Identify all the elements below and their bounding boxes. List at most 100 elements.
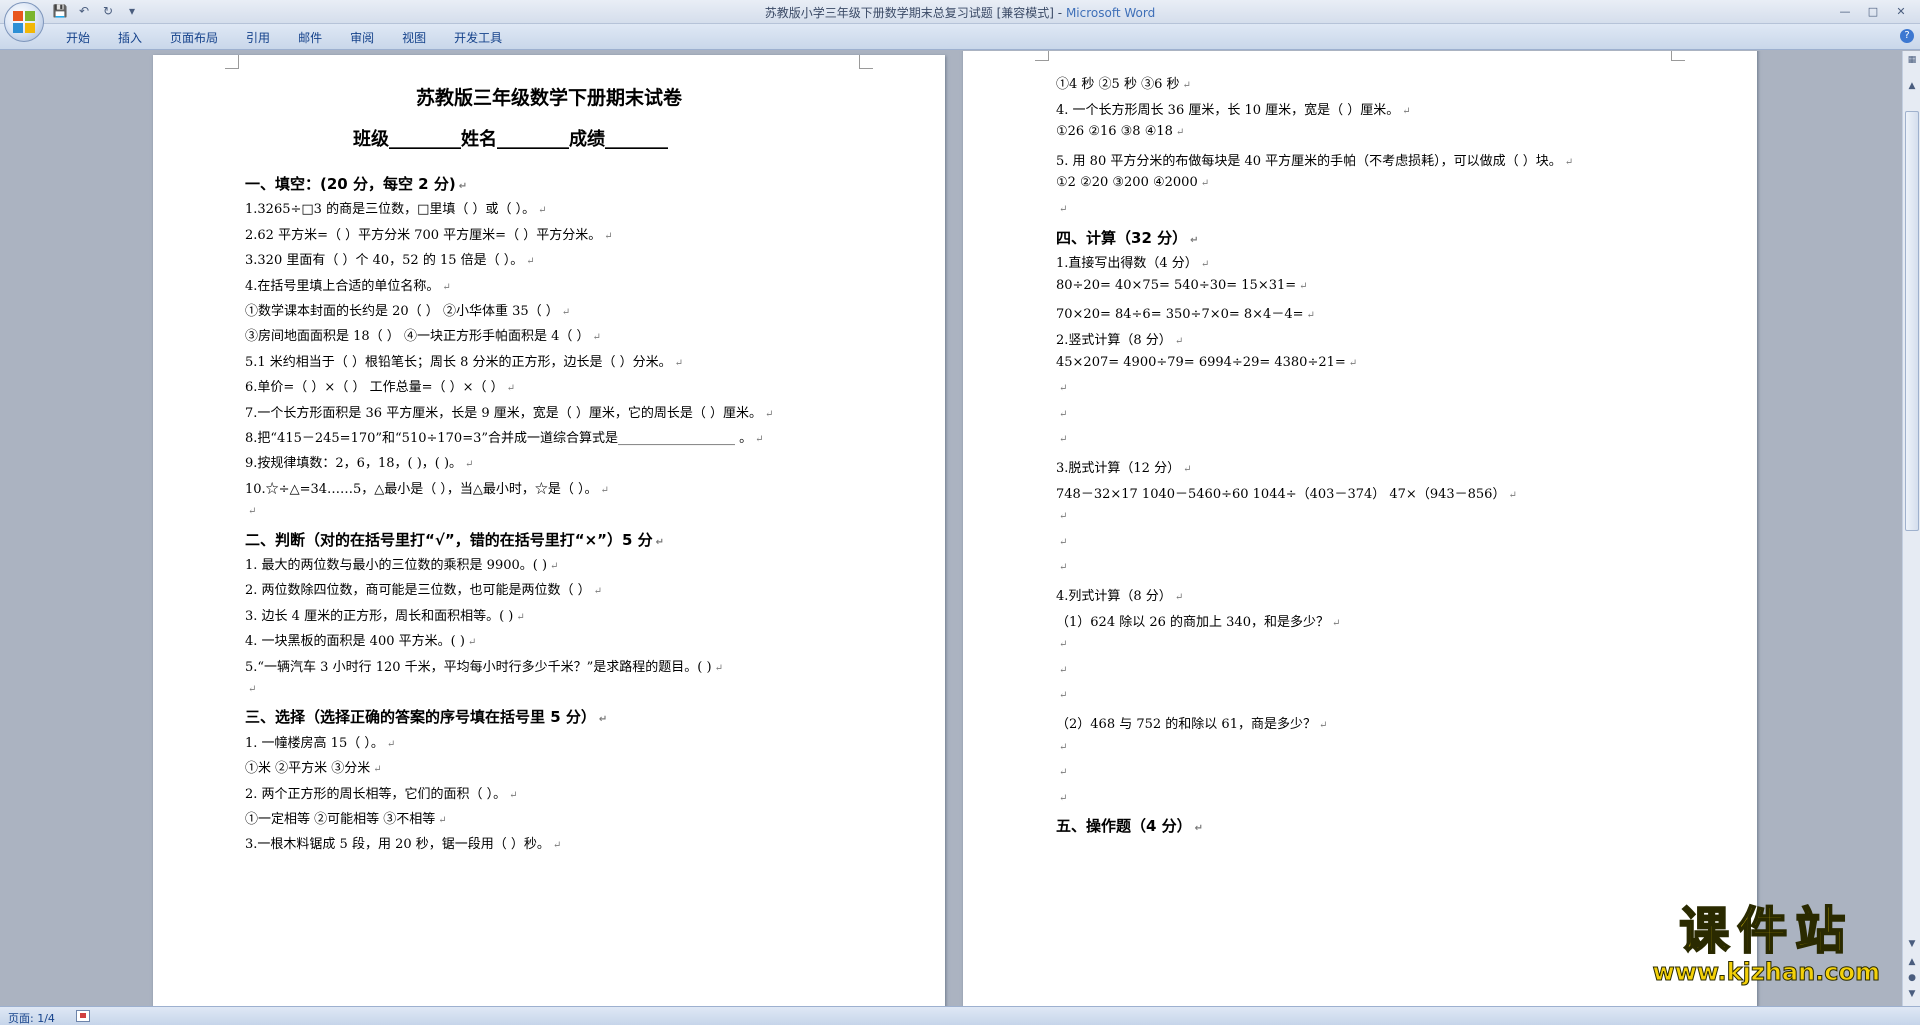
office-button[interactable] xyxy=(4,2,44,42)
window-controls: — □ ✕ xyxy=(1832,2,1914,20)
maximize-icon[interactable]: □ xyxy=(1860,2,1886,20)
empty-paragraph: ↵ xyxy=(245,503,256,518)
paragraph-mark-icon: ↵ xyxy=(1402,105,1411,117)
paragraph-mark-icon: ↵ xyxy=(655,536,665,548)
paragraph-mark-icon: ↵ xyxy=(1059,690,1068,702)
document-workspace[interactable]: 苏教版三年级数学下册期末试卷 班级________姓名________成绩___… xyxy=(0,51,1902,1006)
empty-paragraph: ↵ xyxy=(1056,508,1067,523)
paragraph-mark-icon: ↵ xyxy=(765,408,774,420)
empty-paragraph: ↵ xyxy=(1056,380,1067,395)
line-text: 5.“一辆汽车 3 小时行 120 千米，平均每小时行多少千米？”是求路程的题目… xyxy=(245,659,712,675)
line-text: 10.☆÷△=34……5，△最小是（ ），当△最小时，☆是（ ）。 xyxy=(245,481,598,497)
line-text: 5. 用 80 平方分米的布做每块是 40 平方厘米的手帕（不考虑损耗），可以做… xyxy=(1056,153,1562,169)
ribbon-tab[interactable]: 视图 xyxy=(388,29,440,46)
scrollbar-thumb[interactable] xyxy=(1905,111,1919,531)
scroll-up-icon[interactable]: ▲ xyxy=(1906,81,1918,93)
line-text: 7.一个长方形面积是 36 平方厘米，长是 9 厘米，宽是（ ）厘米，它的周长是… xyxy=(245,405,763,421)
paragraph-mark-icon: ↵ xyxy=(458,181,468,192)
question-line: 2. 两位数除四位数，商可能是三位数，也可能是两位数（ ） ↵ xyxy=(245,579,602,598)
app-name: Microsoft Word xyxy=(1065,6,1156,20)
line-text: 3.脱式计算（12 分） xyxy=(1056,461,1181,476)
line-text: ①4 秒 ②5 秒 ③6 秒 xyxy=(1056,77,1180,92)
paragraph-mark-icon: ↵ xyxy=(516,611,525,623)
paragraph-mark-icon: ↵ xyxy=(248,684,257,695)
question-line: 5.1 米约相当于（ ）根铅笔长；周长 8 分米的正方形，边长是（ ）分米。 ↵ xyxy=(245,351,683,370)
line-text: ①米 ②平方米 ③分米 xyxy=(245,761,371,777)
question-line: ③房间地面面积是 18（ ） ④一块正方形手帕面积是 4（ ） ↵ xyxy=(245,325,601,344)
paragraph-mark-icon: ↵ xyxy=(1348,357,1358,369)
ribbon-tab[interactable]: 页面布局 xyxy=(156,29,232,46)
line-text: 一、填空：(20 分，每空 2 分) xyxy=(245,175,456,193)
scroll-down-icon[interactable]: ▼ xyxy=(1906,939,1918,951)
vertical-scrollbar[interactable]: ▦ ▲ ▼ ▲ ● ▼ xyxy=(1902,51,1920,1006)
ruler-toggle-icon[interactable]: ▦ xyxy=(1906,55,1918,67)
question-line: （2）468 与 752 的和除以 61，商是多少？ ↵ xyxy=(1056,713,1327,732)
ribbon-tab[interactable]: 引用 xyxy=(232,29,284,46)
paragraph-mark-icon: ↵ xyxy=(1182,80,1191,91)
paragraph-mark-icon: ↵ xyxy=(1331,617,1341,629)
ribbon-tab[interactable]: 插入 xyxy=(104,29,156,46)
question-line: 5. 用 80 平方分米的布做每块是 40 平方厘米的手帕（不考虑损耗），可以做… xyxy=(1056,150,1573,169)
empty-paragraph: ↵ xyxy=(1056,636,1067,651)
question-line: 2.竖式计算（8 分） ↵ xyxy=(1056,329,1183,348)
empty-paragraph: ↵ xyxy=(1056,406,1067,421)
line-text: 三、选择（选择正确的答案的序号填在括号里 5 分） xyxy=(245,708,596,727)
ribbon-tab[interactable]: 邮件 xyxy=(284,29,336,46)
empty-paragraph: ↵ xyxy=(245,681,256,696)
ribbon-tab[interactable]: 开发工具 xyxy=(440,29,516,46)
paragraph-mark-icon: ↵ xyxy=(386,738,396,750)
ribbon-tab[interactable]: 审阅 xyxy=(336,29,388,46)
paragraph-mark-icon: ↵ xyxy=(467,637,477,649)
line-text: （2）468 与 752 的和除以 61，商是多少？ xyxy=(1056,717,1316,732)
line-text: 2. 两位数除四位数，商可能是三位数，也可能是两位数（ ） xyxy=(245,583,591,599)
paragraph-mark-icon: ↵ xyxy=(598,714,608,726)
line-text: ①数学课本封面的长约是 20（ ） ②小华体重 35（ ） xyxy=(245,304,559,319)
question-line: 6.单价=（ ）×（ ） 工作总量=（ ）×（ ） ↵ xyxy=(245,376,515,395)
line-text: 3.320 里面有（ ）个 40，52 的 15 倍是（ ）。 xyxy=(245,253,524,269)
help-icon[interactable]: ? xyxy=(1900,29,1914,43)
question-line: 1. 最大的两位数与最小的三位数的乘积是 9900。( ) ↵ xyxy=(245,554,558,573)
watermark-logo: 课件站 www.kjzhan.com xyxy=(1652,903,1880,987)
document-page-2[interactable]: ①4 秒 ②5 秒 ③6 秒 ↵ 4. 一个长方形周长 36 厘米，长 10 厘米，… xyxy=(963,51,1757,1006)
question-line: 2. 两个正方形的周长相等，它们的面积（ ）。 ↵ xyxy=(245,783,518,802)
watermark-url: www.kjzhan.com xyxy=(1652,958,1880,987)
close-icon[interactable]: ✕ xyxy=(1888,2,1914,20)
question-line: 7.一个长方形面积是 36 平方厘米，长是 9 厘米，宽是（ ）厘米，它的周长是… xyxy=(245,402,773,421)
question-line: 8.把“415－245=170”和“510÷170=3”合并成一道综合算式是__… xyxy=(245,427,764,446)
empty-paragraph: ↵ xyxy=(1056,790,1067,805)
document-page-1[interactable]: 苏教版三年级数学下册期末试卷 班级________姓名________成绩___… xyxy=(153,55,945,1006)
paragraph-mark-icon: ↵ xyxy=(509,789,518,801)
line-text: 8.把“415－245=170”和“510÷170=3”合并成一道综合算式是__… xyxy=(245,431,753,446)
paragraph-mark-icon: ↵ xyxy=(1174,592,1184,603)
ribbon-tab[interactable]: 开始 xyxy=(52,29,104,46)
previous-page-icon[interactable]: ▲ xyxy=(1906,957,1918,969)
paragraph-mark-icon: ↵ xyxy=(1175,127,1185,139)
line-text: 3. 边长 4 厘米的正方形，周长和面积相等。( ) xyxy=(245,608,514,624)
question-line: 3. 边长 4 厘米的正方形，周长和面积相等。( ) ↵ xyxy=(245,605,525,624)
title-bar: 💾 ↶ ↻ ▾ 苏教版小学三年级下册数学期末总复习试题 [兼容模式] - Mic… xyxy=(0,0,1920,24)
paragraph-mark-icon: ↵ xyxy=(714,662,723,674)
paragraph-mark-icon: ↵ xyxy=(600,484,609,496)
paragraph-mark-icon: ↵ xyxy=(526,256,535,268)
empty-paragraph: ↵ xyxy=(1056,534,1067,549)
browse-object-icon[interactable]: ● xyxy=(1906,973,1918,985)
question-line: 4. 一个长方形周长 36 厘米，长 10 厘米，宽是（ ）厘米。 ↵ xyxy=(1056,99,1411,118)
paragraph-mark-icon: ↵ xyxy=(674,357,683,369)
paragraph-mark-icon: ↵ xyxy=(1059,408,1068,420)
empty-paragraph: ↵ xyxy=(1056,559,1067,574)
line-text: 2.竖式计算（8 分） xyxy=(1056,333,1172,348)
paragraph-mark-icon: ↵ xyxy=(1059,536,1068,548)
crop-mark xyxy=(1035,51,1049,61)
paragraph-mark-icon: ↵ xyxy=(604,230,613,242)
page-indicator[interactable]: 页面: 1/4 xyxy=(8,1010,55,1025)
question-line: ①26 ②16 ③8 ④18 ↵ xyxy=(1056,124,1184,139)
paragraph-mark-icon: ↵ xyxy=(1318,720,1328,731)
minimize-icon[interactable]: — xyxy=(1832,2,1858,20)
paragraph-mark-icon: ↵ xyxy=(550,561,559,572)
proofing-status-icon[interactable] xyxy=(76,1010,90,1022)
line-text: 45×207= 4900÷79= 6994÷29= 4380÷21= xyxy=(1056,354,1346,370)
next-page-icon[interactable]: ▼ xyxy=(1906,989,1918,1001)
paragraph-mark-icon: ↵ xyxy=(1306,310,1315,322)
line-text: 四、计算（32 分） xyxy=(1056,228,1188,247)
line-text: 80÷20= 40×75= 540÷30= 15×31= xyxy=(1056,277,1297,293)
